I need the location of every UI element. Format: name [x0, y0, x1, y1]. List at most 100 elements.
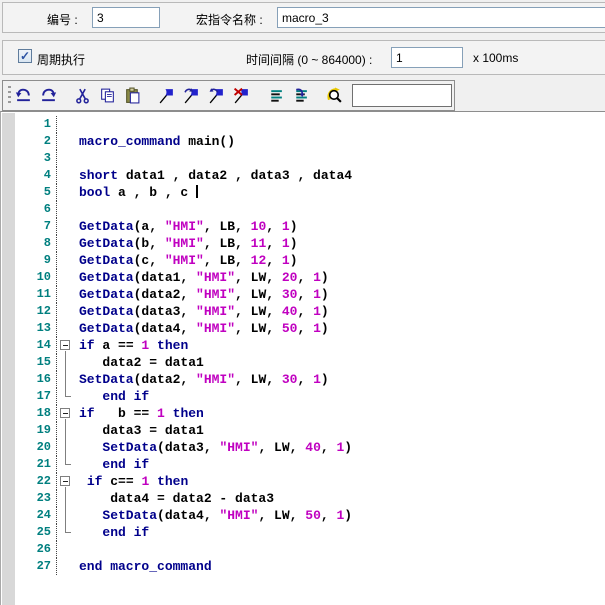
redo-button[interactable]: [36, 83, 61, 108]
code-line: 6: [1, 201, 605, 218]
fold-margin: [57, 252, 77, 269]
code-text: data2 = data1: [77, 354, 204, 371]
fold-collapse-icon[interactable]: [60, 408, 70, 418]
code-line: 12GetData(data3, "HMI", LW, 40, 1): [1, 303, 605, 320]
fold-margin: [57, 439, 77, 456]
code-editor[interactable]: 12macro_command main()34short data1 , da…: [0, 111, 605, 605]
code-text: GetData(a, "HMI", LB, 10, 1): [77, 218, 298, 235]
code-line: 22 if c== 1 then: [1, 473, 605, 490]
fold-margin: [57, 184, 77, 201]
code-line: 19 data3 = data1: [1, 422, 605, 439]
clear-bookmarks-button[interactable]: [229, 83, 254, 108]
fold-margin: [57, 371, 77, 388]
macro-name-input[interactable]: [277, 7, 605, 28]
fold-collapse-icon[interactable]: [60, 340, 70, 350]
text-cursor: [196, 185, 198, 198]
previous-bookmark-button[interactable]: [204, 83, 229, 108]
code-lines: 12macro_command main()34short data1 , da…: [1, 116, 605, 575]
fold-margin: [57, 490, 77, 507]
checkmark-icon: ✓: [20, 49, 30, 63]
fold-margin: [57, 269, 77, 286]
next-bookmark-button[interactable]: [179, 83, 204, 108]
find-input[interactable]: [352, 84, 452, 107]
fold-margin: [57, 473, 77, 490]
fold-guide-end: [65, 524, 66, 533]
code-text: end if: [77, 524, 149, 541]
code-text: short data1 , data2 , data3 , data4: [77, 167, 352, 184]
code-line: 1: [1, 116, 605, 133]
code-text: GetData(b, "HMI", LB, 11, 1): [77, 235, 298, 252]
cut-button[interactable]: [70, 83, 95, 108]
fold-guide-end: [65, 388, 66, 397]
code-text: [77, 541, 79, 558]
code-line: 18if b == 1 then: [1, 405, 605, 422]
fold-guide: [65, 507, 66, 524]
fold-collapse-icon[interactable]: [60, 476, 70, 486]
code-line: 5bool a , b , c: [1, 184, 605, 201]
line-list-button[interactable]: [263, 83, 288, 108]
code-text: SetData(data2, "HMI", LW, 30, 1): [77, 371, 329, 388]
fold-margin: [57, 320, 77, 337]
code-text: GetData(data3, "HMI", LW, 40, 1): [77, 303, 329, 320]
fold-margin: [57, 286, 77, 303]
fold-margin: [57, 133, 77, 150]
fold-margin: [57, 235, 77, 252]
code-line: 17 end if: [1, 388, 605, 405]
code-line: 16SetData(data2, "HMI", LW, 30, 1): [1, 371, 605, 388]
fold-guide: [65, 439, 66, 456]
code-line: 25 end if: [1, 524, 605, 541]
code-line: 13GetData(data4, "HMI", LW, 50, 1): [1, 320, 605, 337]
code-line: 27end macro_command: [1, 558, 605, 575]
code-text: bool a , b , c: [77, 184, 198, 201]
fold-margin: [57, 167, 77, 184]
fold-margin: [57, 456, 77, 473]
toggle-bookmark-icon: [158, 87, 175, 104]
fold-guide: [65, 422, 66, 439]
code-text: SetData(data3, "HMI", LW, 40, 1): [77, 439, 352, 456]
paste-button[interactable]: [120, 83, 145, 108]
clear-bookmarks-icon: [233, 87, 250, 104]
code-line: 10GetData(data1, "HMI", LW, 20, 1): [1, 269, 605, 286]
fold-margin: [57, 354, 77, 371]
code-line: 11GetData(data2, "HMI", LW, 30, 1): [1, 286, 605, 303]
fold-margin: [57, 422, 77, 439]
fold-margin: [57, 507, 77, 524]
macro-number-input[interactable]: [92, 7, 160, 28]
macro-name-label: 宏指令名称 :: [196, 11, 263, 28]
line-list-icon: [267, 87, 284, 104]
undo-button[interactable]: [11, 83, 36, 108]
find-button[interactable]: [322, 83, 347, 108]
next-bookmark-icon: [183, 87, 200, 104]
code-line: 4short data1 , data2 , data3 , data4: [1, 167, 605, 184]
code-text: if a == 1 then: [77, 337, 188, 354]
code-text: [77, 116, 79, 133]
fold-margin: [57, 337, 77, 354]
find-icon: [326, 87, 343, 104]
code-text: macro_command main(): [77, 133, 235, 150]
goto-line-button[interactable]: [288, 83, 313, 108]
toggle-bookmark-button[interactable]: [154, 83, 179, 108]
fold-margin: [57, 541, 77, 558]
code-text: GetData(data2, "HMI", LW, 30, 1): [77, 286, 329, 303]
paste-icon: [124, 87, 141, 104]
code-text: GetData(data1, "HMI", LW, 20, 1): [77, 269, 329, 286]
macro-identity-panel: 编号 : 宏指令名称 :: [2, 2, 605, 33]
fold-margin: [57, 150, 77, 167]
periodic-checkbox[interactable]: ✓: [18, 49, 32, 63]
periodic-label: 周期执行: [37, 51, 85, 68]
fold-guide: [65, 354, 66, 371]
previous-bookmark-icon: [208, 87, 225, 104]
interval-unit-label: x 100ms: [473, 51, 518, 65]
code-line: 21 end if: [1, 456, 605, 473]
editor-toolbar: [2, 80, 455, 111]
macro-editor-dialog: 编号 : 宏指令名称 : ✓ 周期执行 时间间隔 (0 ~ 864000) : …: [0, 0, 605, 605]
undo-icon: [15, 87, 32, 104]
editor-margin-strip: [2, 113, 15, 605]
fold-guide-end: [65, 456, 66, 465]
interval-input[interactable]: [391, 47, 463, 68]
code-text: end if: [77, 388, 149, 405]
fold-guide: [65, 490, 66, 507]
code-text: end if: [77, 456, 149, 473]
copy-button[interactable]: [95, 83, 120, 108]
code-line: 8GetData(b, "HMI", LB, 11, 1): [1, 235, 605, 252]
